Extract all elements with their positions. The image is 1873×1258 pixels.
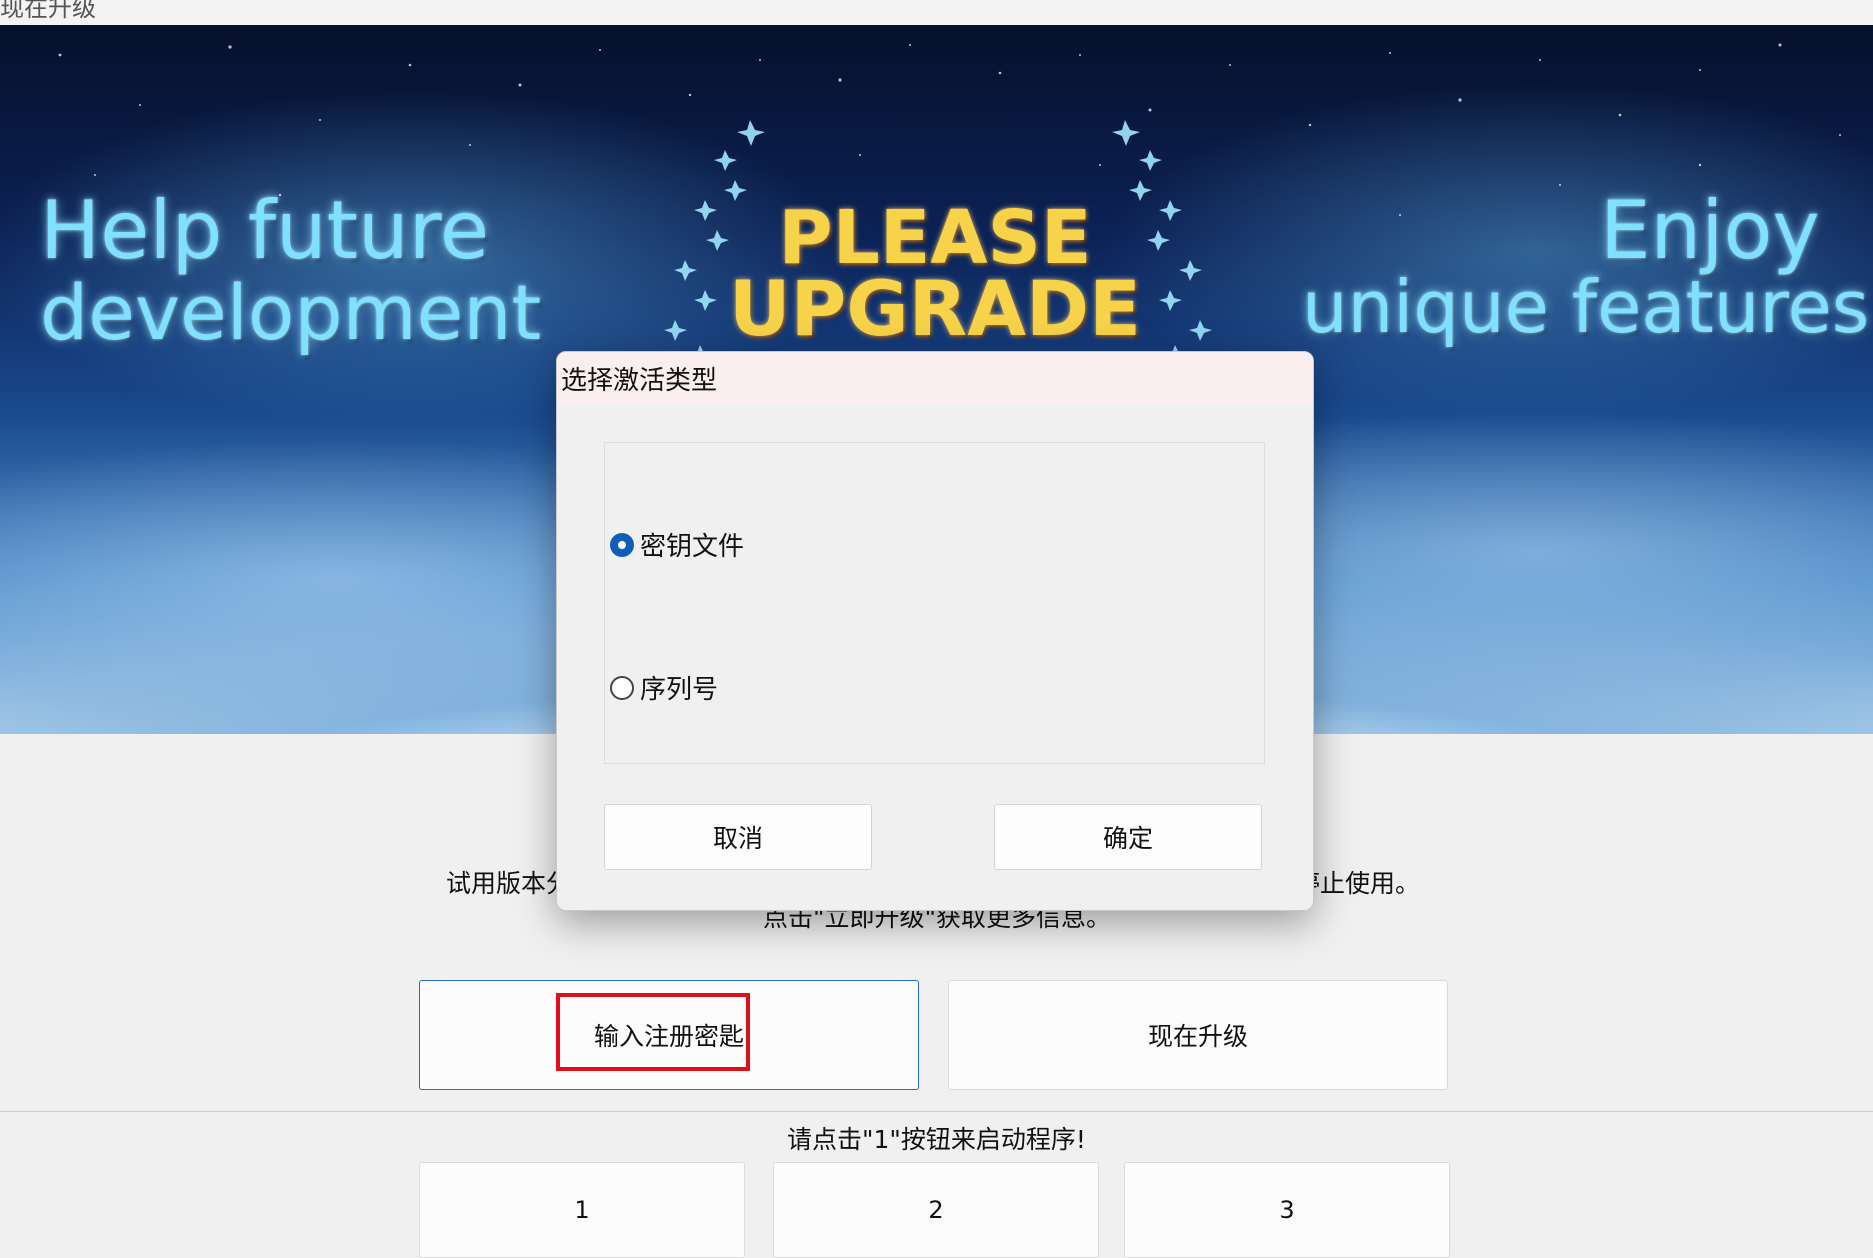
ok-button-label: 确定 xyxy=(1102,824,1153,853)
dialog-title: 选择激活类型 xyxy=(561,366,718,396)
button-3[interactable]: 3 xyxy=(1124,1162,1450,1258)
window-title: 现在升级 xyxy=(0,0,96,22)
window-title-bar: 现在升级 xyxy=(0,0,1873,25)
upgrade-now-button[interactable]: 现在升级 xyxy=(948,980,1448,1090)
banner-left-line1: Help future xyxy=(40,184,490,277)
radio-checked-icon[interactable] xyxy=(610,532,634,557)
activation-type-dialog: 选择激活类型 密钥文件 序列号 取消 确定 xyxy=(556,351,1314,911)
banner-headline-line2: UPGRADE xyxy=(728,264,1142,353)
dialog-title-bar: 选择激活类型 xyxy=(557,352,1313,404)
divider xyxy=(0,1111,1873,1112)
trial-description-left: 试用版本分 xyxy=(446,869,572,898)
banner-right-line2: unique features xyxy=(1302,265,1870,349)
highlight-annotation-box xyxy=(556,993,750,1071)
banner-right-line1: Enjoy xyxy=(1600,184,1820,277)
ok-button[interactable]: 确定 xyxy=(994,804,1262,870)
radio-unchecked-icon[interactable] xyxy=(610,675,634,700)
start-hint-text: 请点击"1"按钮来启动程序! xyxy=(787,1125,1086,1154)
button-2[interactable]: 2 xyxy=(773,1162,1099,1258)
cancel-button-label: 取消 xyxy=(712,824,763,853)
upgrade-now-label: 现在升级 xyxy=(1147,1022,1248,1051)
activation-options-group: 密钥文件 序列号 xyxy=(604,442,1265,764)
radio-serial-number[interactable]: 序列号 xyxy=(610,669,718,706)
cancel-button[interactable]: 取消 xyxy=(604,804,872,870)
banner-left-line2: development xyxy=(40,268,542,357)
radio-serial-number-label: 序列号 xyxy=(640,675,719,705)
radio-key-file[interactable]: 密钥文件 xyxy=(610,526,744,563)
radio-key-file-label: 密钥文件 xyxy=(640,532,745,562)
button-1[interactable]: 1 xyxy=(419,1162,745,1258)
